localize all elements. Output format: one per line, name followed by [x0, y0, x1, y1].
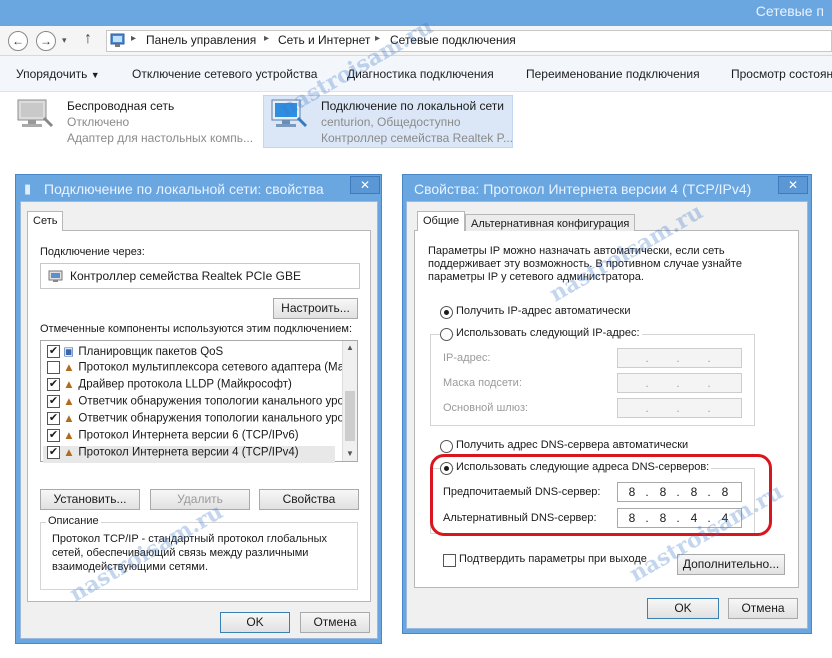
ip-address-label: IP-адрес: [443, 352, 491, 364]
component-label: Протокол Интернета версии 4 (TCP/IPv4) [78, 446, 299, 459]
up-arrow-icon[interactable]: ↑ [84, 30, 92, 48]
list-item[interactable]: ✔ ▲ Драйвер протокола LLDP (Майкрософт) [47, 378, 292, 395]
organize-button[interactable]: Упорядочить ▼ [16, 67, 100, 81]
forward-arrow-icon[interactable]: → [36, 31, 56, 51]
disable-device-button[interactable]: Отключение сетевого устройства [132, 67, 317, 81]
component-label: Планировщик пакетов QoS [78, 346, 224, 358]
dns-auto-radio[interactable] [440, 440, 453, 453]
protocol-icon: ▲ [63, 395, 75, 408]
network-card-icon [48, 268, 64, 284]
props-ok-button[interactable]: OK [220, 612, 290, 633]
scheduler-icon: ▣ [63, 346, 75, 358]
protocol-icon: ▲ [63, 378, 75, 391]
back-arrow-icon[interactable]: ← [8, 31, 28, 51]
advanced-button[interactable]: Дополнительно... [677, 554, 785, 575]
protocol-icon: ▲ [63, 429, 75, 442]
properties-button[interactable]: Свойства [259, 489, 359, 510]
list-item-selected[interactable]: ✔ ▲ Протокол Интернета версии 4 (TCP/IPv… [43, 446, 335, 463]
scroll-thumb[interactable] [345, 391, 355, 441]
ip-auto-radio[interactable] [440, 306, 453, 319]
scroll-up-icon[interactable]: ▲ [346, 343, 354, 352]
list-item[interactable]: ▲ Протокол мультиплексора сетевого адапт… [47, 361, 351, 378]
dialog-network-icon: ▮ [24, 181, 32, 196]
view-status-button[interactable]: Просмотр состоян [731, 67, 832, 81]
device-name: Контроллер семейства Realtek PCIe GBE [70, 269, 301, 283]
checkbox[interactable]: ✔ [47, 378, 60, 391]
ipv4-title: Свойства: Протокол Интернета версии 4 (T… [414, 181, 752, 197]
checkbox[interactable]: ✔ [47, 395, 60, 408]
props-close-button[interactable]: ✕ [350, 176, 380, 194]
crumb-network-internet[interactable]: Сеть и Интернет [278, 33, 370, 47]
list-scrollbar[interactable]: ▲ ▼ [342, 341, 357, 461]
ipv4-close-button[interactable]: ✕ [778, 176, 808, 194]
adapter-lan-device: Контроллер семейства Realtek P... [321, 131, 514, 145]
subnet-mask-field[interactable]: ... [617, 373, 742, 393]
close-icon: ✕ [359, 178, 371, 192]
list-item[interactable]: ✔ ▲ Протокол Интернета версии 6 (TCP/IPv… [47, 429, 299, 446]
ipv4-cancel-button[interactable]: Отмена [728, 598, 798, 619]
adapter-wireless-status: Отключено [67, 115, 130, 129]
adapter-lan-name: Подключение по локальной сети [321, 99, 504, 113]
crumb-separator-icon: ▸ [131, 33, 137, 44]
ip-manual-label: Использовать следующий IP-адрес: [454, 327, 642, 339]
validate-checkbox[interactable] [443, 554, 456, 567]
checkbox[interactable]: ✔ [47, 345, 60, 359]
props-cancel-button[interactable]: Отмена [300, 612, 370, 633]
component-label: Ответчик обнаружения топологии канальног… [78, 412, 350, 425]
description-title: Описание [46, 515, 101, 527]
adapter-lan-status: centurion, Общедоступно [321, 115, 461, 129]
component-label: Ответчик обнаружения топологии канальног… [78, 395, 350, 408]
gateway-field[interactable]: ... [617, 398, 742, 418]
recent-chevron-icon[interactable]: ▾ [62, 35, 67, 46]
protocol-icon: ▲ [63, 446, 75, 459]
scroll-down-icon[interactable]: ▼ [346, 449, 354, 458]
network-adapter-icon [14, 98, 54, 132]
organize-label: Упорядочить [16, 67, 88, 81]
components-label: Отмеченные компоненты используются этим … [40, 323, 353, 335]
control-panel-icon [110, 32, 126, 48]
adapter-wireless-device: Адаптер для настольных компь... [67, 131, 254, 145]
checkbox[interactable]: ✔ [47, 412, 60, 425]
tab-network[interactable]: Сеть [27, 211, 64, 231]
props-title: Подключение по локальной сети: свойства [44, 181, 324, 197]
component-label: Драйвер протокола LLDP (Майкрософт) [78, 378, 292, 391]
components-list[interactable]: ✔ ▣ Планировщик пакетов QoS ▲ Протокол м… [40, 340, 358, 463]
subnet-mask-label: Маска подсети: [443, 377, 522, 389]
list-item[interactable]: ✔ ▲ Ответчик обнаружения топологии канал… [47, 395, 350, 412]
close-icon: ✕ [787, 178, 799, 192]
ipv4-ok-button[interactable]: OK [647, 598, 719, 619]
crumb-control-panel[interactable]: Панель управления [146, 33, 256, 47]
list-item[interactable]: ✔ ▲ Ответчик обнаружения топологии канал… [47, 412, 350, 429]
adapter-wireless[interactable] [14, 98, 54, 132]
dns-auto-label: Получить адрес DNS-сервера автоматически [456, 439, 689, 451]
dropdown-arrow-icon: ▼ [90, 70, 100, 80]
component-label: Протокол мультиплексора сетевого адаптер… [78, 361, 351, 374]
connect-using-label: Подключение через: [40, 246, 145, 258]
tab-general[interactable]: Общие [417, 211, 466, 231]
component-label: Протокол Интернета версии 6 (TCP/IPv6) [78, 429, 299, 442]
crumb-separator-icon: ▸ [264, 33, 270, 44]
checkbox[interactable]: ✔ [47, 446, 60, 459]
tab-alternate-config[interactable]: Альтернативная конфигурация [465, 214, 636, 231]
checkbox[interactable] [47, 361, 60, 374]
checkbox[interactable]: ✔ [47, 429, 60, 442]
rename-button[interactable]: Переименование подключения [526, 67, 700, 81]
configure-button[interactable]: Настроить... [273, 298, 358, 319]
ip-manual-radio[interactable] [440, 328, 453, 341]
adapter-wireless-name: Беспроводная сеть [67, 99, 175, 113]
protocol-icon: ▲ [63, 361, 75, 374]
ip-auto-label: Получить IP-адрес автоматически [456, 305, 631, 317]
protocol-icon: ▲ [63, 412, 75, 425]
list-item[interactable]: ✔ ▣ Планировщик пакетов QoS [47, 344, 223, 361]
validate-label: Подтвердить параметры при выходе [459, 553, 647, 565]
install-button[interactable]: Установить... [40, 489, 140, 510]
gateway-label: Основной шлюз: [443, 402, 529, 414]
window-title: Сетевые п [755, 3, 824, 19]
ip-address-field[interactable]: ... [617, 348, 742, 368]
